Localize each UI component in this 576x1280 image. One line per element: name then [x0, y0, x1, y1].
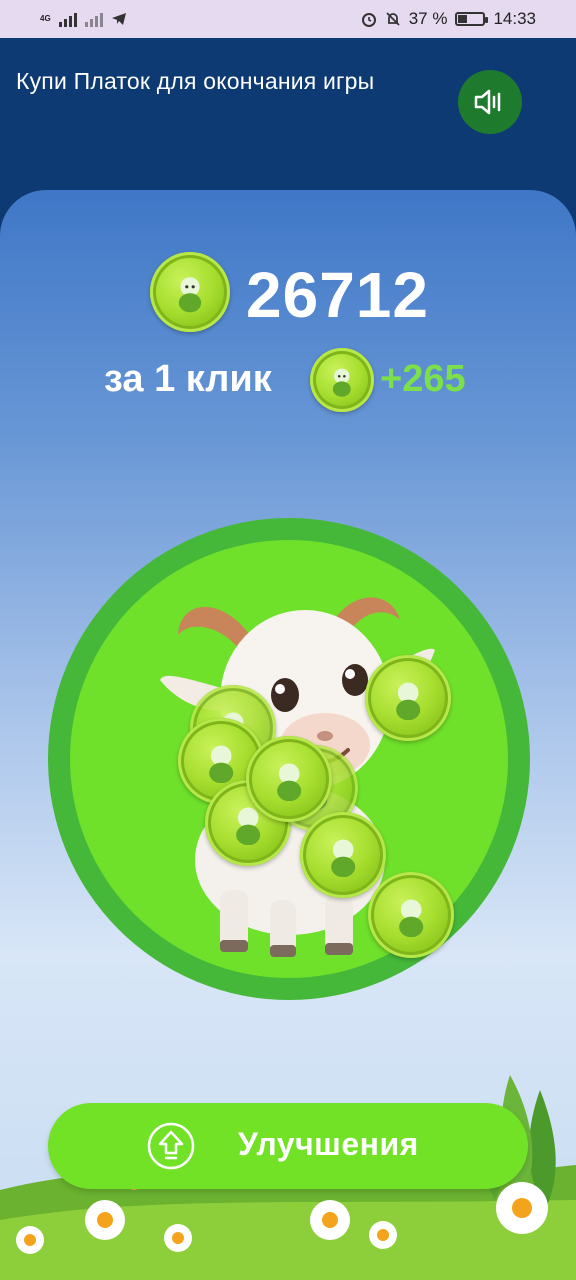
floating-coin-icon	[365, 655, 451, 741]
mute-bell-icon	[386, 12, 400, 26]
speaker-icon	[474, 89, 501, 115]
status-right: 37 % 14:33	[361, 9, 536, 29]
battery-icon	[455, 12, 489, 26]
status-bar: 4G 37 % 14:33	[0, 0, 576, 38]
arrow-up-circle-icon	[147, 1122, 195, 1170]
sound-toggle-button[interactable]	[458, 70, 522, 134]
alarm-icon	[361, 13, 376, 27]
status-left: 4G	[40, 11, 127, 27]
floating-coin-icon	[368, 872, 454, 958]
upgrades-button[interactable]: Улучшения	[48, 1103, 528, 1189]
goat-coin-icon	[150, 252, 230, 332]
goat-coin-icon	[310, 348, 374, 412]
daisy-decoration	[16, 1182, 548, 1254]
per-click-label: за 1 клик	[104, 358, 272, 400]
telegram-icon	[111, 13, 126, 25]
upgrades-button-label: Улучшения	[238, 1126, 419, 1162]
floating-coin-icon	[300, 812, 386, 898]
balance-value: 26712	[246, 259, 429, 331]
clock: 14:33	[493, 9, 536, 28]
signal-icon	[58, 11, 77, 27]
network-type-label: 4G	[40, 14, 51, 23]
app-header: Купи Платок для окончания игры	[0, 38, 576, 208]
battery-percent: 37 %	[408, 9, 448, 28]
floating-coin-icon	[246, 736, 332, 822]
game-panel: 26712 за 1 клик +265 Улучшения	[0, 190, 576, 1280]
no-signal-icon	[84, 11, 103, 27]
header-title: Купи Платок для окончания игры	[16, 68, 375, 94]
per-click-value: +265	[380, 358, 466, 400]
balance-row: 26712	[0, 250, 576, 340]
